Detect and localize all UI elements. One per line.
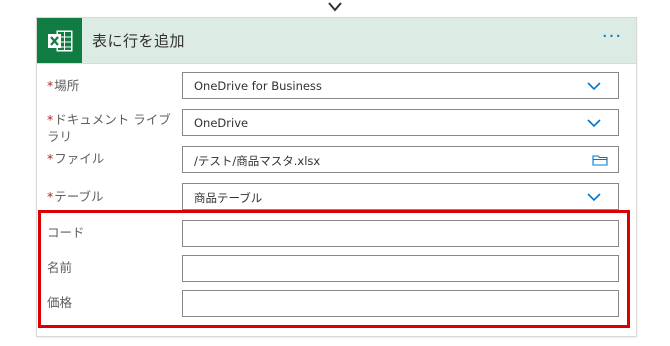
field-label: *場所 [47, 78, 80, 93]
card-title: 表に行を追加 [92, 32, 186, 50]
flow-designer-canvas: 表に行を追加 ··· *場所 OneDrive for Business *ドキ… [0, 0, 670, 346]
field-value: OneDrive for Business [194, 79, 322, 93]
chevron-down-icon [587, 193, 601, 202]
required-marker: * [47, 189, 54, 204]
required-marker: * [47, 151, 54, 166]
location-dropdown[interactable]: OneDrive for Business [182, 72, 619, 99]
table-dropdown[interactable]: 商品テーブル [182, 183, 619, 210]
field-file: *ファイル /テスト/商品マスタ.xlsx [37, 144, 636, 178]
price-input[interactable] [182, 290, 619, 317]
folder-icon[interactable] [592, 154, 608, 166]
field-label: *ドキュメント ライブラリ [47, 112, 171, 144]
field-value: /テスト/商品マスタ.xlsx [194, 154, 321, 168]
more-options-button[interactable]: ··· [600, 28, 624, 50]
field-document-library: *ドキュメント ライブラリ OneDrive [37, 107, 636, 145]
field-price: 価格 [37, 288, 636, 322]
field-name: 名前 [37, 253, 636, 287]
field-code: コード [37, 218, 636, 252]
field-label: *ファイル [47, 151, 105, 166]
chevron-down-icon [587, 119, 601, 128]
document-library-dropdown[interactable]: OneDrive [182, 109, 619, 136]
file-picker-input[interactable]: /テスト/商品マスタ.xlsx [182, 146, 619, 173]
field-label: 名前 [47, 260, 73, 275]
chevron-down-icon [587, 82, 601, 91]
field-location: *場所 OneDrive for Business [37, 70, 636, 104]
field-value: 商品テーブル [194, 191, 263, 205]
card-header[interactable]: 表に行を追加 ··· [37, 18, 636, 64]
chevron-down-icon [328, 2, 342, 12]
field-value: OneDrive [194, 116, 249, 130]
field-table: *テーブル 商品テーブル [37, 181, 636, 215]
field-label: *テーブル [47, 189, 104, 204]
name-input[interactable] [182, 255, 619, 282]
code-input[interactable] [182, 220, 619, 247]
field-label: 価格 [47, 295, 73, 310]
field-label: コード [47, 225, 85, 240]
excel-icon [37, 18, 82, 63]
required-marker: * [47, 112, 54, 127]
required-marker: * [47, 78, 54, 93]
action-card: 表に行を追加 ··· *場所 OneDrive for Business *ドキ… [36, 17, 637, 337]
